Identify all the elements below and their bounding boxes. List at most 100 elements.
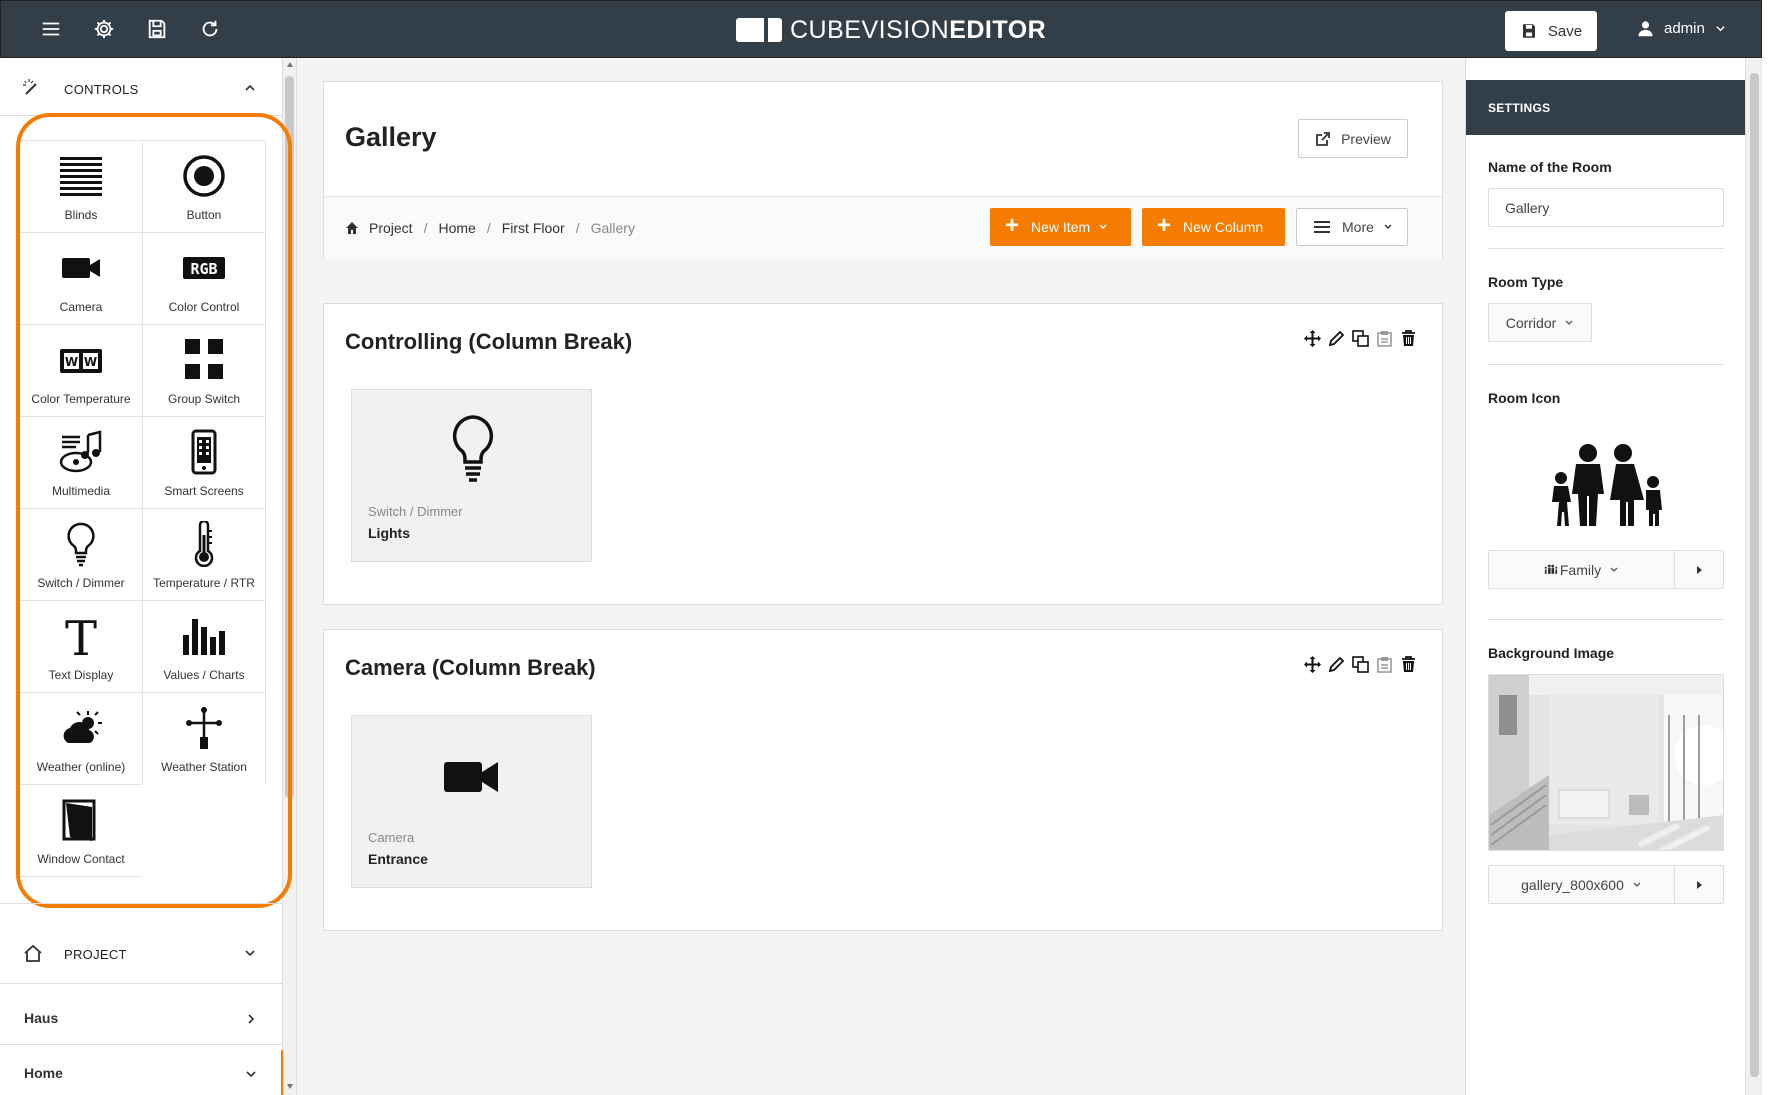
- svg-text:RGB: RGB: [190, 260, 217, 278]
- chevron-down-icon: [246, 1071, 256, 1078]
- svg-text:T: T: [65, 613, 97, 659]
- multimedia-icon: [59, 430, 102, 473]
- control-label: Button: [186, 208, 222, 222]
- item-card[interactable]: Camera Entrance: [351, 715, 592, 888]
- move-icon[interactable]: [1304, 656, 1321, 673]
- floppy-icon: [1522, 24, 1535, 38]
- control-blinds[interactable]: Blinds: [19, 140, 143, 233]
- breadcrumb-first-floor[interactable]: First Floor: [502, 220, 565, 236]
- new-column-button[interactable]: + New Column: [1142, 208, 1285, 246]
- column-section: Camera (Column Break) Camera Entrance: [323, 629, 1443, 931]
- control-button[interactable]: Button: [142, 140, 266, 233]
- item-card[interactable]: Switch / Dimmer Lights: [351, 389, 592, 562]
- breadcrumb-home[interactable]: Home: [438, 220, 475, 236]
- control-switch-dimmer[interactable]: Switch / Dimmer: [19, 508, 143, 601]
- svg-text:W: W: [65, 355, 78, 369]
- background-image-dropdown[interactable]: gallery_800x600: [1489, 866, 1675, 903]
- control-label: Switch / Dimmer: [37, 576, 125, 590]
- active-indicator: [281, 1050, 283, 1095]
- settings-scrollbar[interactable]: [1745, 58, 1762, 1095]
- thermometer-icon: [194, 521, 214, 567]
- nav-item-haus[interactable]: Haus: [0, 990, 283, 1045]
- chevron-down-icon: [1716, 26, 1725, 32]
- divider: [1488, 248, 1724, 249]
- smart-screen-icon: [191, 429, 217, 475]
- trash-icon[interactable]: [1400, 330, 1417, 347]
- save-button[interactable]: Save: [1505, 11, 1597, 51]
- logo-text-bold: EDITOR: [949, 15, 1047, 44]
- breadcrumb-project[interactable]: Project: [369, 220, 413, 236]
- control-temperature-rtr[interactable]: Temperature / RTR: [142, 508, 266, 601]
- divider: [0, 983, 283, 984]
- divider: [1488, 619, 1724, 620]
- control-label: Blinds: [64, 208, 98, 222]
- home-icon: [346, 222, 358, 234]
- logo-text-light: CUBEVISION: [790, 15, 950, 44]
- camera-icon: [444, 762, 498, 792]
- paste-clipboard-icon[interactable]: [1376, 330, 1393, 347]
- control-text-display[interactable]: T Text Display: [19, 600, 143, 693]
- copy-icon[interactable]: [1352, 656, 1369, 673]
- nav-item-label: Haus: [24, 1010, 59, 1026]
- room-icon-next-button[interactable]: [1675, 551, 1723, 588]
- chevron-down-icon: [1565, 320, 1573, 325]
- room-icon-select: Family: [1488, 550, 1724, 589]
- breadcrumb-separator: /: [575, 220, 580, 236]
- save-disk-icon[interactable]: [143, 15, 171, 43]
- new-item-button[interactable]: + New Item: [990, 208, 1131, 246]
- paste-clipboard-icon[interactable]: [1376, 656, 1393, 673]
- project-panel-header[interactable]: PROJECT: [0, 925, 283, 981]
- background-image-next-button[interactable]: [1675, 866, 1723, 903]
- chevron-up-icon: [245, 84, 255, 91]
- item-name: Lights: [368, 525, 410, 541]
- refresh-icon[interactable]: [196, 15, 224, 43]
- sidebar-scrollbar[interactable]: [283, 58, 297, 1095]
- control-weather-online[interactable]: Weather (online): [19, 692, 143, 785]
- background-image-preview: [1488, 674, 1724, 851]
- room-icon-label: Room Icon: [1488, 390, 1561, 406]
- settings-panel: SETTINGS Name of the Room Room Type Corr…: [1465, 58, 1746, 1095]
- control-label: Multimedia: [51, 484, 111, 498]
- trash-icon[interactable]: [1400, 656, 1417, 673]
- control-color-control[interactable]: RGB Color Control: [142, 232, 266, 325]
- preview-button[interactable]: Preview: [1298, 119, 1408, 158]
- edit-pencil-icon[interactable]: [1328, 656, 1345, 673]
- nav-item-home[interactable]: Home: [0, 1045, 283, 1095]
- action-bar: Project / Home / First Floor / Gallery +…: [324, 196, 1442, 259]
- controls-title: CONTROLS: [64, 82, 139, 97]
- control-label: Weather (online): [36, 760, 126, 774]
- edit-pencil-icon[interactable]: [1328, 330, 1345, 347]
- settings-gear-icon[interactable]: [90, 15, 118, 43]
- move-icon[interactable]: [1304, 330, 1321, 347]
- control-color-temperature[interactable]: WW Color Temperature: [19, 324, 143, 417]
- menu-icon[interactable]: [37, 15, 65, 43]
- control-camera[interactable]: Camera: [19, 232, 143, 325]
- breadcrumb: Project / Home / First Floor / Gallery: [345, 220, 635, 236]
- control-weather-station[interactable]: Weather Station: [142, 692, 266, 785]
- family-icon: [1552, 444, 1662, 526]
- item-type: Switch / Dimmer: [368, 504, 463, 519]
- controls-panel-header[interactable]: CONTROLS: [0, 60, 283, 116]
- section-title: Camera (Column Break): [345, 655, 596, 680]
- breadcrumb-current: Gallery: [590, 220, 635, 236]
- chevron-down-icon: [245, 950, 255, 957]
- control-label: Weather Station: [161, 760, 247, 774]
- more-label: More: [1342, 219, 1374, 235]
- room-type-select[interactable]: Corridor: [1488, 303, 1592, 342]
- room-name-input[interactable]: [1488, 188, 1724, 227]
- user-menu[interactable]: admin: [1637, 20, 1726, 37]
- control-values-charts[interactable]: Values / Charts: [142, 600, 266, 693]
- user-name: admin: [1664, 20, 1705, 37]
- control-window-contact[interactable]: Window Contact: [19, 784, 143, 877]
- project-title: PROJECT: [64, 947, 127, 962]
- control-label: Color Control: [168, 300, 240, 314]
- copy-icon[interactable]: [1352, 330, 1369, 347]
- control-smart-screens[interactable]: Smart Screens: [142, 416, 266, 509]
- control-group-switch[interactable]: Group Switch: [142, 324, 266, 417]
- svg-text:W: W: [84, 355, 97, 369]
- more-button[interactable]: More: [1296, 208, 1408, 246]
- room-icon-dropdown[interactable]: Family: [1489, 551, 1675, 588]
- chevron-down-icon: [1610, 567, 1618, 572]
- section-title: Controlling (Column Break): [345, 329, 633, 354]
- control-multimedia[interactable]: Multimedia: [19, 416, 143, 509]
